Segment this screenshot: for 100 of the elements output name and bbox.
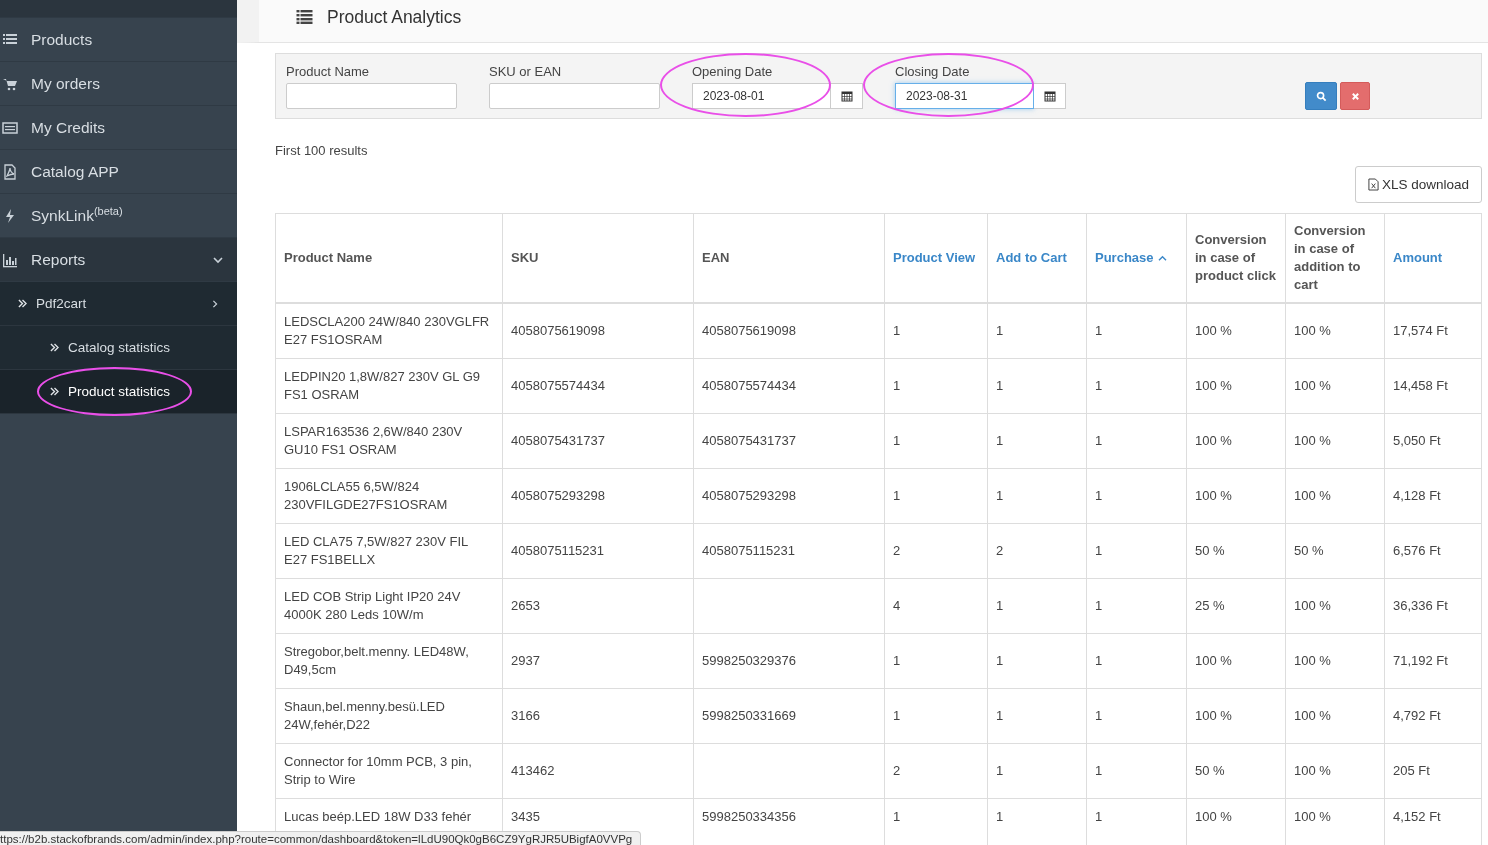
- table-cell: 1: [1095, 809, 1103, 824]
- column-header: EAN: [702, 250, 730, 265]
- sidebar-item[interactable]: Reports: [0, 238, 237, 282]
- table-cell: 4058075115231: [511, 543, 605, 558]
- date-input[interactable]: 2023-08-31: [895, 83, 1034, 109]
- table-cell: 2: [893, 763, 901, 778]
- calendar-button[interactable]: [1034, 83, 1066, 109]
- column-header: Conversion in case of addition to cart: [1294, 223, 1366, 292]
- table-cell: 100 %: [1294, 598, 1331, 613]
- table-cell: 3435: [511, 809, 540, 824]
- bar-chart-icon: [2, 251, 18, 268]
- table-cell: 4058075431737: [702, 433, 796, 448]
- table-cell: 2: [893, 543, 901, 558]
- table-cell: 4,128 Ft: [1393, 488, 1441, 503]
- table-cell: 1: [1095, 763, 1103, 778]
- table-cell: 1: [893, 323, 901, 338]
- list-icon: [296, 10, 313, 24]
- table-cell: 1: [996, 378, 1004, 393]
- clear-button[interactable]: [1340, 82, 1370, 110]
- table-cell: 1: [893, 433, 901, 448]
- date-input[interactable]: 2023-08-01: [692, 83, 831, 109]
- table-cell: 1: [1095, 653, 1103, 668]
- table-cell: 100 %: [1294, 433, 1331, 448]
- caret-icon: [213, 254, 223, 265]
- table-cell: 1: [1095, 598, 1103, 613]
- table-cell: 2: [996, 543, 1004, 558]
- table-cell: LED CLA75 7,5W/827 230V FIL E27 FS1BELLX: [284, 534, 468, 567]
- table-cell: 2653: [511, 598, 540, 613]
- table-cell: 1: [996, 598, 1004, 613]
- column-sort-link[interactable]: Add to Cart: [996, 249, 1067, 267]
- table-cell: 4058075293298: [702, 488, 796, 503]
- table-cell: 4058075431737: [511, 433, 605, 448]
- table-cell: 4,792 Ft: [1393, 708, 1441, 723]
- field-label: Opening Date: [692, 64, 774, 79]
- table-cell: 50 %: [1195, 763, 1225, 778]
- table-cell: LEDSCLA200 24W/840 230VGLFR E27 FS1OSRAM: [284, 314, 490, 347]
- column-sort-link[interactable]: Purchase: [1095, 249, 1167, 267]
- sidebar-item[interactable]: Product statistics: [0, 370, 237, 414]
- table-cell: 1: [893, 378, 901, 393]
- table-cell: 4058075115231: [702, 543, 796, 558]
- field-label: SKU or EAN: [489, 64, 563, 79]
- table-cell: 100 %: [1195, 653, 1232, 668]
- column-header: SKU: [511, 250, 539, 265]
- text-input[interactable]: [489, 83, 660, 109]
- table-cell: 1: [893, 653, 901, 668]
- table-cell: 5998250331669: [702, 708, 796, 723]
- table-cell: 100 %: [1195, 488, 1232, 503]
- table-cell: 413462: [511, 763, 555, 778]
- table-cell: 100 %: [1294, 708, 1331, 723]
- column-sort-link[interactable]: Amount: [1393, 249, 1443, 267]
- calendar-button[interactable]: [831, 83, 863, 109]
- table-cell: 36,336 Ft: [1393, 598, 1448, 613]
- table-cell: 100 %: [1195, 809, 1232, 824]
- table-cell: 1: [893, 488, 901, 503]
- table-cell: 1: [1095, 708, 1103, 723]
- table-cell: 25 %: [1195, 598, 1225, 613]
- text-input[interactable]: [286, 83, 457, 109]
- table-cell: 1: [1095, 488, 1103, 503]
- table-cell: 4058075293298: [511, 488, 605, 503]
- table-cell: LSPAR163536 2,6W/840 230V GU10 FS1 OSRAM: [284, 424, 463, 457]
- column-sort-link[interactable]: Product View: [893, 249, 976, 267]
- sidebar-item[interactable]: Catalog statistics: [0, 326, 237, 370]
- card-icon: [2, 119, 18, 136]
- calendar-icon: [840, 90, 853, 102]
- column-header: Product Name: [284, 250, 373, 265]
- table-cell: LED COB Strip Light IP20 24V 4000K 280 Leds 10W/m: [284, 589, 461, 622]
- table-cell: 14,458 Ft: [1393, 378, 1448, 393]
- table-cell: 100 %: [1195, 708, 1232, 723]
- table-cell: 1: [1095, 433, 1103, 448]
- table-cell: 1: [893, 809, 901, 824]
- table-cell: 1: [996, 809, 1004, 824]
- field-label: Closing Date: [895, 64, 971, 79]
- table-cell: 3166: [511, 708, 540, 723]
- table-cell: 100 %: [1195, 433, 1232, 448]
- table-cell: 71,192 Ft: [1393, 653, 1448, 668]
- table-cell: 100 %: [1294, 809, 1331, 824]
- table-cell: 1: [893, 708, 901, 723]
- double-chevron-icon: [50, 387, 59, 396]
- table-cell: 50 %: [1195, 543, 1225, 558]
- double-chevron-icon: [18, 299, 27, 308]
- table-cell: 1: [1095, 323, 1103, 338]
- xls-download-button[interactable]: XLS download: [1354, 166, 1482, 203]
- close-icon: [1350, 91, 1360, 101]
- table-cell: 1906LCLA55 6,5W/824 230VFILGDE27FS1OSRAM: [284, 479, 448, 512]
- table-cell: 1: [996, 653, 1004, 668]
- table-cell: 205 Ft: [1393, 763, 1430, 778]
- search-icon: [1315, 90, 1327, 102]
- table-cell: 5998250334356: [702, 809, 796, 824]
- table-cell: 17,574 Ft: [1393, 323, 1448, 338]
- table-cell: 4058075619098: [511, 323, 605, 338]
- table-cell: 100 %: [1294, 653, 1331, 668]
- table-cell: 1: [1095, 378, 1103, 393]
- double-chevron-icon: [50, 343, 59, 352]
- table-cell: Connector for 10mm PCB, 3 pin, Strip to Wire: [284, 754, 472, 787]
- table-cell: 4058075574434: [702, 378, 796, 393]
- table-cell: Shaun,bel.menny.besü.LED 24W,fehér,D22: [284, 699, 445, 732]
- status-bar-url: ttps://b2b.stackofbrands.com/admin/index.php?route=common/dashboard&token=lLdU90Qk0gB6CZ9YgRJR5UBigfA0VVPg: [0, 831, 642, 845]
- search-button[interactable]: [1305, 82, 1337, 110]
- table-cell: 50 %: [1294, 543, 1324, 558]
- sidebar-item[interactable]: Pdf2cart: [0, 282, 237, 326]
